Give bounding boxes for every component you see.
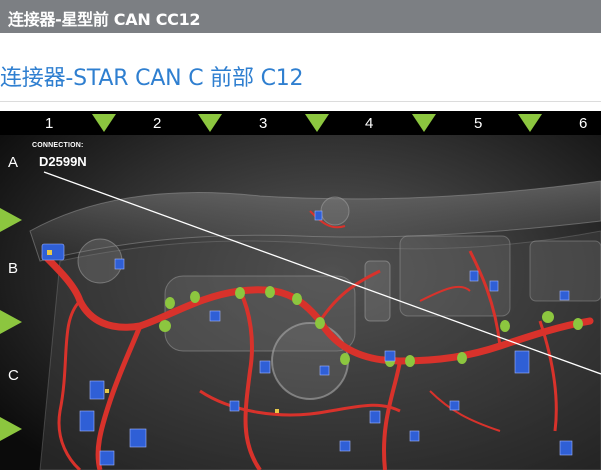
header-title: 连接器-星型前 CAN CC12	[8, 10, 201, 29]
page-title: 连接器-STAR CAN C 前部 C12	[0, 66, 304, 91]
row-label-c: C	[8, 367, 19, 384]
dashboard-harness-image	[0, 111, 601, 470]
row-label-a: A	[8, 154, 19, 171]
connection-id[interactable]: D2599N	[39, 154, 87, 169]
row-label-b: B	[8, 260, 19, 277]
wiring-diagram[interactable]: 1 2 3 4 5 6 A B C CONNECTION: D2599N	[0, 111, 601, 470]
top-bar: 连接器-星型前 CAN CC12	[0, 0, 601, 33]
column-header-bar: 1 2 3 4 5 6	[0, 111, 601, 135]
divider	[0, 101, 601, 102]
connection-label: CONNECTION:	[32, 142, 84, 149]
column-marker-arrows	[92, 114, 542, 132]
